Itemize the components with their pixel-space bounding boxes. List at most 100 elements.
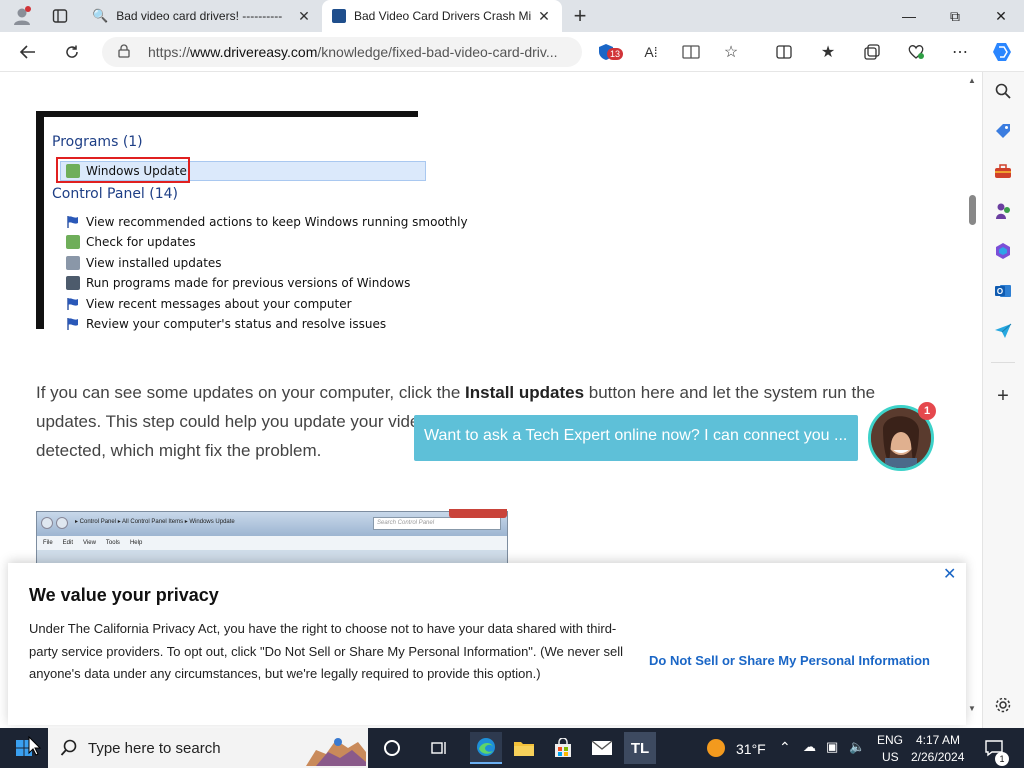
taskbar-mail[interactable]: [586, 732, 618, 764]
split-screen-icon: [776, 45, 792, 59]
mouse-cursor-icon: [28, 736, 42, 756]
clock-time[interactable]: 4:17 AM: [916, 733, 960, 747]
start-search-screenshot: Programs (1) Windows Update Control Pane…: [36, 111, 468, 331]
minimize-button[interactable]: —: [886, 0, 932, 32]
taskbar-file-explorer[interactable]: [508, 732, 540, 764]
back-button[interactable]: [15, 40, 41, 64]
taskbar-tl-app[interactable]: TL: [624, 732, 656, 764]
search-icon: [995, 83, 1011, 99]
close-window-button[interactable]: ✕: [978, 0, 1024, 32]
windows-update-icon: [66, 164, 80, 178]
control-panel-search: Search Control Panel: [373, 517, 501, 530]
sidebar-outlook-button[interactable]: O: [992, 280, 1014, 302]
weather-temp[interactable]: 31°F: [736, 741, 766, 757]
mail-envelope-icon: [591, 740, 613, 755]
programs-header: Programs (1): [52, 134, 143, 150]
page-content: Programs (1) Windows Update Control Pane…: [0, 72, 982, 728]
copilot-button[interactable]: [989, 40, 1015, 64]
cortana-button[interactable]: [376, 732, 408, 764]
refresh-button[interactable]: [59, 40, 85, 64]
close-tab-icon[interactable]: ✕: [296, 8, 312, 25]
favorites-star-list-icon: ★: [820, 44, 836, 61]
sidebar-drop-button[interactable]: [992, 320, 1014, 342]
page-scrollbar[interactable]: ▲ ▼: [964, 72, 982, 720]
weather-button[interactable]: [700, 732, 732, 764]
more-dots-icon: ⋯: [952, 44, 968, 61]
windows-taskbar: Type here to search TL 31°F ⌃ ☁ ▣ 🔈 ENG …: [0, 728, 1024, 768]
arrow-left-icon: [19, 45, 35, 59]
search-icon: [60, 739, 77, 756]
clock-date[interactable]: 2/26/2024: [911, 750, 964, 764]
sidebar-settings-button[interactable]: [992, 694, 1014, 716]
sidebar-tools-button[interactable]: [992, 160, 1014, 182]
breadcrumb: ▸ Control Panel ▸ All Control Panel Item…: [75, 519, 235, 525]
scroll-down-icon[interactable]: ▼: [968, 704, 976, 713]
privacy-banner: We value your privacy Under The Californ…: [8, 563, 966, 725]
browser-essentials-button[interactable]: [903, 40, 929, 64]
read-aloud-button[interactable]: A⁞: [638, 40, 664, 64]
sidebar-add-button[interactable]: +: [992, 385, 1014, 407]
lock-icon: [118, 44, 130, 63]
settings-more-button[interactable]: ⋯: [947, 40, 973, 64]
windows-update-window-screenshot: ▸ Control Panel ▸ All Control Panel Item…: [36, 509, 508, 571]
split-screen-button[interactable]: [771, 40, 797, 64]
address-bar[interactable]: https://www.drivereasy.com/knowledge/fix…: [102, 37, 582, 67]
meet-now-icon[interactable]: ☁: [803, 739, 816, 755]
collections-button[interactable]: [859, 40, 885, 64]
chevron-up-icon[interactable]: ⌃: [779, 739, 791, 756]
outlook-icon: O: [995, 285, 1011, 297]
volume-muted-icon[interactable]: 🔈: [849, 739, 865, 755]
favorite-button[interactable]: ☆: [718, 40, 744, 64]
list-item: View recent messages about your computer: [66, 295, 352, 313]
heart-pulse-icon: [908, 45, 924, 59]
scrollbar-thumb[interactable]: [969, 195, 976, 225]
flag-icon: [66, 317, 80, 331]
favorites-button[interactable]: ★: [815, 40, 841, 64]
taskbar-edge[interactable]: [470, 732, 502, 764]
sidebar-games-button[interactable]: [992, 200, 1014, 222]
toolbox-icon: [995, 164, 1011, 178]
collections-icon: [864, 44, 880, 60]
svg-text:O: O: [997, 287, 1003, 296]
extension-badge: 13: [607, 48, 624, 60]
restore-button[interactable]: ⧉: [932, 0, 978, 32]
sidebar-search-button[interactable]: [992, 80, 1014, 102]
taskbar-store[interactable]: [547, 732, 579, 764]
chat-notification-badge: 1: [918, 402, 936, 420]
tab-title: Bad Video Card Drivers Crash Mi: [354, 9, 532, 23]
task-view-button[interactable]: [423, 732, 455, 764]
tab-active-drivereasy[interactable]: Bad Video Card Drivers Crash Mi ✕: [322, 0, 562, 32]
edge-icon: [477, 738, 495, 756]
star-icon: ☆: [723, 44, 739, 61]
scroll-up-icon[interactable]: ▲: [968, 76, 976, 85]
address-toolbar: https://www.drivereasy.com/knowledge/fix…: [0, 32, 1024, 72]
do-not-sell-link[interactable]: Do Not Sell or Share My Personal Informa…: [649, 653, 930, 668]
copilot-icon: [993, 43, 1011, 61]
chat-invite-bubble[interactable]: Want to ask a Tech Expert online now? I …: [414, 415, 858, 461]
weather-sun-icon: [707, 739, 725, 757]
taskbar-search[interactable]: Type here to search: [48, 728, 368, 768]
new-tab-button[interactable]: +: [566, 3, 594, 28]
tab-bad-video-card-drivers[interactable]: 🔍 Bad video card drivers! ---------- ✕: [82, 0, 322, 32]
profile-button[interactable]: [8, 4, 36, 28]
language-top[interactable]: ENG: [877, 733, 903, 747]
sidebar-shopping-button[interactable]: [992, 120, 1014, 142]
network-icon[interactable]: ▣: [826, 739, 838, 755]
window-menubar: File Edit View Tools Help: [37, 536, 507, 550]
close-tab-icon[interactable]: ✕: [536, 8, 552, 25]
tab-strip: 🔍 Bad video card drivers! ---------- ✕ B…: [0, 0, 1024, 32]
url-text: https://www.drivereasy.com/knowledge/fix…: [148, 44, 558, 60]
search-highlight-illustration: [306, 738, 366, 766]
notification-count-badge: 1: [995, 752, 1009, 766]
privacy-title: We value your privacy: [29, 585, 219, 605]
forward-circle-icon: [56, 517, 68, 529]
program-compatibility-icon: [66, 276, 80, 290]
close-icon[interactable]: ✕: [943, 564, 956, 584]
language-bottom[interactable]: US: [882, 750, 899, 764]
profile-icon: [14, 6, 31, 25]
sidebar-m365-button[interactable]: [992, 240, 1014, 262]
windows-update-icon: [66, 235, 80, 249]
back-circle-icon: [41, 517, 53, 529]
tab-actions-button[interactable]: [46, 4, 74, 28]
immersive-reader-button[interactable]: [678, 40, 704, 64]
